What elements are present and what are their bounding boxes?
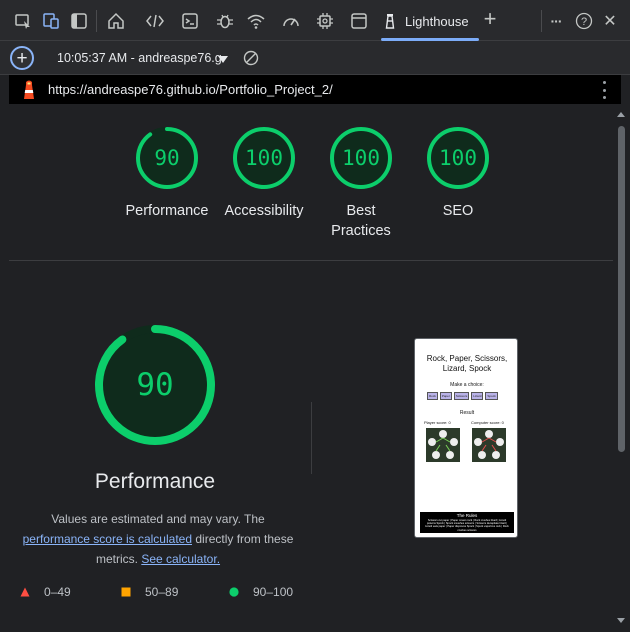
close-icon[interactable]: ✕ — [600, 11, 620, 31]
more-tools-icon[interactable]: ··· — [546, 11, 566, 31]
vertical-divider — [311, 402, 312, 474]
lighthouse-report-bar: + 10:05:37 AM - andreaspe76.g — [0, 41, 630, 75]
toolbar-divider-2 — [541, 10, 542, 32]
tab-lighthouse-label: Lighthouse — [405, 13, 469, 29]
devtools-toolbar: Lighthouse + ··· ? ✕ — [0, 0, 630, 41]
score-gauge-1[interactable]: 100 Accessibility — [214, 125, 314, 221]
performance-gauge-icon[interactable] — [281, 11, 301, 31]
lighthouse-logo-icon — [24, 80, 34, 99]
chevron-down-icon[interactable] — [218, 56, 228, 63]
scroll-down-arrow-icon[interactable] — [617, 618, 625, 623]
help-icon[interactable]: ? — [574, 11, 594, 31]
welcome-home-icon[interactable] — [106, 11, 126, 31]
scroll-up-arrow-icon[interactable] — [617, 112, 625, 117]
score-value: 100 — [342, 146, 380, 170]
preview-button: Lizard — [471, 392, 484, 400]
preview-button: Scissors — [453, 392, 470, 400]
score-gauge-ring: 90 — [134, 125, 200, 191]
toolbar-divider — [96, 10, 97, 32]
score-gauge-2[interactable]: 100 Best Practices — [311, 125, 411, 241]
legend-fail: 0–49 — [20, 585, 71, 599]
score-label: Accessibility — [224, 203, 304, 219]
score-label: SEO — [442, 203, 474, 219]
section-divider — [9, 260, 613, 261]
network-wifi-icon[interactable] — [246, 11, 266, 31]
average-square-icon — [121, 587, 131, 597]
performance-description: Values are estimated and may vary. The p… — [14, 509, 302, 569]
preview-rules-text: Scissors cut paper | Paper covers rock |… — [425, 519, 509, 532]
lighthouse-icon — [385, 14, 395, 29]
report-menu-icon[interactable] — [603, 81, 607, 99]
elements-code-icon[interactable] — [145, 11, 165, 31]
score-gauge-ring: 100 — [231, 125, 297, 191]
computer-board-image — [472, 428, 506, 462]
score-gauge-ring: 100 — [328, 125, 394, 191]
new-tab-plus-icon[interactable]: + — [480, 6, 500, 31]
sidebar-toggle-icon[interactable] — [69, 11, 89, 31]
tab-lighthouse[interactable]: Lighthouse — [381, 8, 477, 34]
inspect-icon[interactable] — [13, 11, 33, 31]
score-gauge-0[interactable]: 90 Performance — [117, 125, 217, 221]
score-value: 90 — [154, 146, 180, 170]
svg-text:?: ? — [581, 16, 587, 28]
score-label: Best Practices — [331, 203, 391, 239]
new-report-button[interactable]: + — [10, 46, 34, 70]
report-url-bar: https://andreaspe76.github.io/Portfolio_… — [9, 75, 621, 104]
report-url[interactable]: https://andreaspe76.github.io/Portfolio_… — [48, 82, 333, 97]
screenshot-page: Rock, Paper, Scissors, Lizard, Spock Mak… — [420, 344, 514, 533]
panel-gutter — [0, 104, 9, 632]
console-icon[interactable] — [180, 11, 200, 31]
preview-computer-score: Computer score: 0 — [471, 420, 504, 425]
scrollbar-thumb[interactable] — [618, 126, 625, 452]
performance-desc-text: Values are estimated and may vary. The — [51, 512, 265, 526]
preview-choice-buttons: Rock Paper Scissors Lizard Spock — [427, 392, 498, 400]
report-scrollbar[interactable] — [613, 104, 630, 632]
application-window-icon[interactable] — [349, 11, 369, 31]
score-value: 100 — [439, 146, 477, 170]
performance-title: Performance — [94, 470, 216, 493]
report-content: 90 Performance 100 Accessibility 100 Best Pra… — [9, 104, 613, 632]
legend-average-range: 50–89 — [145, 585, 179, 599]
performance-gauge-large: 90 — [94, 324, 216, 446]
fail-triangle-icon — [20, 587, 30, 597]
device-emulation-icon[interactable] — [41, 11, 61, 31]
clear-block-icon[interactable] — [243, 50, 259, 66]
legend-pass-range: 90–100 — [253, 585, 294, 599]
preview-title: Rock, Paper, Scissors, Lizard, Spock — [426, 354, 508, 373]
score-gauge-3[interactable]: 100 SEO — [408, 125, 508, 221]
score-label: Performance — [125, 203, 209, 219]
legend-fail-range: 0–49 — [44, 585, 71, 599]
sources-bug-icon[interactable] — [215, 11, 235, 31]
see-calculator-link[interactable]: See calculator. — [141, 552, 220, 566]
preview-result-label: Result — [459, 410, 475, 416]
performance-score-large: 90 — [136, 367, 174, 403]
performance-score-link[interactable]: performance score is calculated — [23, 532, 192, 546]
final-screenshot-thumbnail[interactable]: Rock, Paper, Scissors, Lizard, Spock Mak… — [414, 338, 518, 538]
preview-button: Rock — [427, 392, 438, 400]
preview-choice-label: Make a choice: — [450, 382, 484, 388]
legend-pass: 90–100 — [229, 585, 293, 599]
score-value: 100 — [245, 146, 283, 170]
pass-circle-icon — [229, 587, 239, 597]
player-board-image — [426, 428, 460, 462]
score-gauge-ring: 100 — [425, 125, 491, 191]
preview-button: Paper — [439, 392, 452, 400]
report-selector[interactable]: 10:05:37 AM - andreaspe76.g — [57, 51, 222, 65]
preview-button: Spock — [485, 392, 498, 400]
legend-average: 50–89 — [121, 585, 178, 599]
memory-chip-icon[interactable] — [315, 11, 335, 31]
preview-player-score: Player score: 0 — [424, 420, 451, 425]
preview-rules-box: The Rules Scissors cut paper | Paper cov… — [420, 512, 514, 533]
